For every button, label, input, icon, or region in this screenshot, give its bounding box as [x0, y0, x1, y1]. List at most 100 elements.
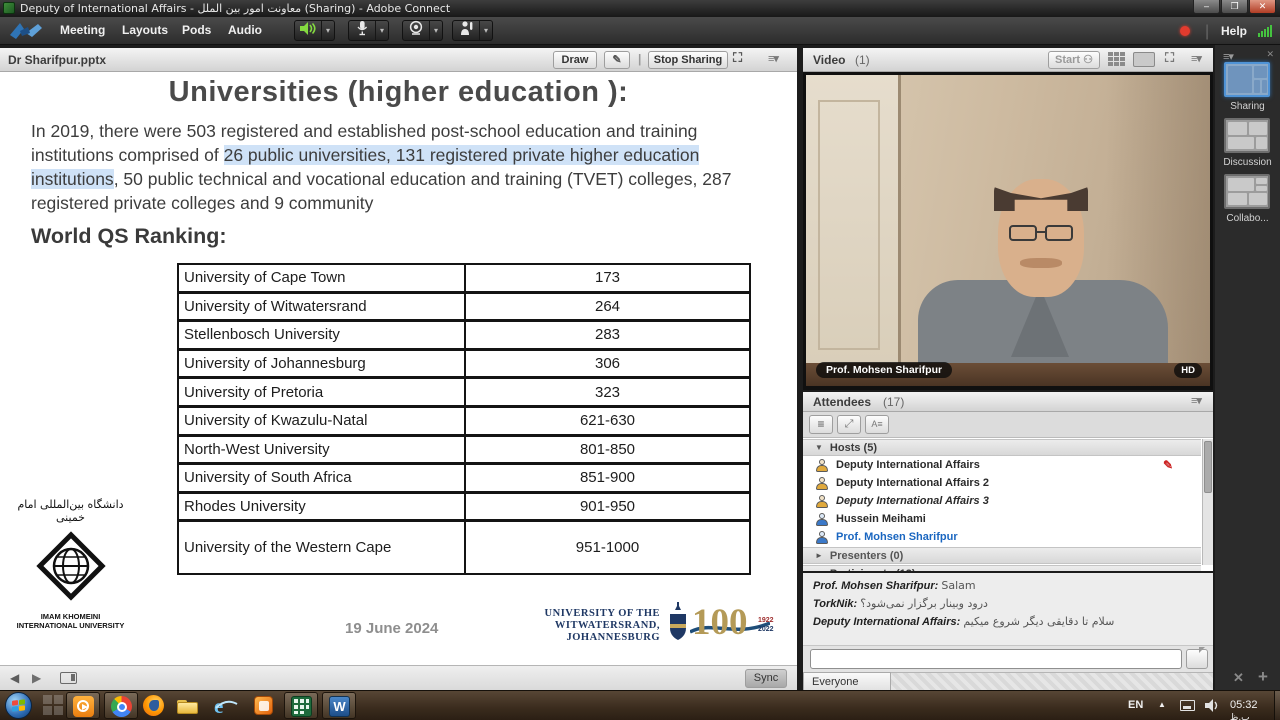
- attendees-scrollbar[interactable]: [1202, 439, 1213, 565]
- university-name: North-West University: [179, 437, 466, 463]
- university-name: University of South Africa: [179, 465, 466, 491]
- webcam-button[interactable]: ▾: [402, 20, 443, 41]
- video-fullscreen-icon[interactable]: ⛶: [1165, 50, 1174, 66]
- glasses-left-lens: [1009, 225, 1037, 241]
- close-layout-bar-icon[interactable]: ✕: [1233, 670, 1244, 686]
- tray-hidden-icons-arrow[interactable]: ▲: [1158, 700, 1166, 709]
- chat-input[interactable]: [810, 649, 1182, 669]
- webcam-dropdown-icon[interactable]: ▾: [429, 21, 442, 40]
- attendees-pod-header: Attendees (17) ≡▾: [803, 392, 1213, 412]
- menu-pods[interactable]: Pods: [182, 23, 211, 37]
- pointer-pencil-button[interactable]: ✎: [604, 51, 630, 69]
- explorer-folder-icon[interactable]: [176, 694, 200, 718]
- sync-button[interactable]: Sync: [745, 669, 787, 688]
- attendee-row[interactable]: Deputy International Affairs ✎: [803, 456, 1201, 474]
- potplayer-icon: [73, 696, 94, 717]
- office-app-icon[interactable]: [252, 694, 276, 718]
- draw-button[interactable]: Draw: [553, 51, 597, 69]
- menu-meeting[interactable]: Meeting: [60, 23, 105, 37]
- layout-thumb-collaboration[interactable]: [1224, 174, 1270, 209]
- speaker-dropdown-icon[interactable]: ▾: [321, 21, 334, 40]
- grid-view-icon[interactable]: [1108, 52, 1126, 67]
- sidebar-toggle-icon[interactable]: [60, 672, 77, 684]
- expand-triangle-icon: ►: [815, 551, 823, 560]
- participants-group-header-clipped[interactable]: ► Participants (12): [803, 565, 1201, 571]
- hosts-group-header[interactable]: ▼ Hosts (5): [803, 439, 1201, 456]
- next-slide-button[interactable]: ▶: [32, 671, 41, 685]
- attendee-status-view-icon[interactable]: A≡: [865, 415, 889, 434]
- potplayer-taskbar-button[interactable]: [66, 692, 100, 719]
- show-desktop-button[interactable]: [1274, 691, 1280, 720]
- start-button[interactable]: [5, 692, 32, 719]
- raise-hand-button[interactable]: ▾: [452, 20, 493, 41]
- video-pod-menu-icon[interactable]: ≡▾: [1191, 52, 1201, 65]
- chrome-taskbar-button[interactable]: [104, 692, 138, 719]
- layout-bar-panel-icon[interactable]: ✕: [1266, 49, 1274, 60]
- send-message-button[interactable]: [1186, 649, 1208, 669]
- chat-author: Deputy International Affairs:: [813, 616, 960, 628]
- ikiu-caption-line1: IMAM KHOMEINI: [8, 612, 133, 621]
- speaker-button[interactable]: ▾: [294, 20, 335, 41]
- table-row: University of the Western Cape951-1000: [179, 522, 749, 573]
- university-rank: 801-850: [466, 437, 749, 463]
- start-webcam-button[interactable]: Start ⚇: [1048, 51, 1100, 69]
- internet-explorer-icon[interactable]: e: [214, 694, 238, 718]
- add-layout-icon[interactable]: +: [1258, 667, 1268, 687]
- layout-thumb-discussion[interactable]: [1224, 118, 1270, 153]
- chat-input-row: [803, 645, 1213, 672]
- volume-icon[interactable]: [1205, 699, 1220, 717]
- stop-sharing-button[interactable]: Stop Sharing: [648, 51, 728, 69]
- microphone-button[interactable]: ▾: [348, 20, 389, 41]
- help-menu[interactable]: Help: [1221, 24, 1247, 38]
- minimize-button[interactable]: –: [1193, 0, 1220, 14]
- university-rank: 851-900: [466, 465, 749, 491]
- speaker-icon: [295, 21, 321, 41]
- adobe-connect-taskbar-button[interactable]: [284, 692, 318, 719]
- host-icon: [815, 495, 828, 508]
- layout-label-discussion[interactable]: Discussion: [1215, 157, 1280, 168]
- attendee-name: Deputy International Affairs 2: [836, 477, 989, 489]
- menu-audio[interactable]: Audio: [228, 23, 262, 37]
- attendee-row[interactable]: Prof. Mohsen Sharifpur: [803, 528, 1201, 546]
- fullscreen-icon[interactable]: ⛶: [733, 50, 742, 66]
- firefox-icon[interactable]: [142, 694, 166, 718]
- layout-thumb-sharing[interactable]: [1224, 62, 1270, 97]
- maximize-button[interactable]: ❐: [1221, 0, 1248, 14]
- clock[interactable]: 05:32 ب.ظ: [1230, 699, 1280, 720]
- previous-slide-button[interactable]: ◀: [10, 671, 19, 685]
- menu-layouts[interactable]: Layouts: [122, 23, 168, 37]
- attendee-list-view-icon[interactable]: ≡: [809, 415, 833, 434]
- university-rank: 306: [466, 351, 749, 377]
- scrollbar-thumb[interactable]: [1204, 441, 1212, 493]
- layout-label-collaboration[interactable]: Collabo...: [1215, 213, 1280, 224]
- attendee-row[interactable]: Deputy International Affairs 3: [803, 492, 1201, 510]
- glasses-bridge: [1037, 231, 1045, 233]
- close-button[interactable]: ✕: [1249, 0, 1276, 14]
- microphone-dropdown-icon[interactable]: ▾: [375, 21, 388, 40]
- person-mouth-area: [1020, 258, 1062, 268]
- share-pod-menu-icon[interactable]: ≡▾: [768, 52, 778, 65]
- attendee-row[interactable]: Hussein Meihami: [803, 510, 1201, 528]
- university-name: University of Witwatersrand: [179, 294, 466, 320]
- recording-indicator-icon[interactable]: [1180, 26, 1190, 36]
- layout-label-sharing[interactable]: Sharing: [1215, 101, 1280, 112]
- attendees-pod-menu-icon[interactable]: ≡▾: [1191, 394, 1201, 407]
- filmstrip-view-icon[interactable]: [1133, 52, 1155, 67]
- menu-bar: Meeting Layouts Pods Audio ▾ ▾ ▾ ▾: [0, 17, 1280, 45]
- word-taskbar-button[interactable]: W: [322, 692, 356, 719]
- university-rank: 621-630: [466, 408, 749, 434]
- attendee-row[interactable]: Deputy International Affairs 2: [803, 474, 1201, 492]
- university-rank: 283: [466, 322, 749, 348]
- breakout-view-icon[interactable]: ⤢: [837, 415, 861, 434]
- table-row: University of Cape Town173: [179, 265, 749, 294]
- connection-signal-icon[interactable]: [1258, 25, 1272, 37]
- chat-message: TorkNik: درود وبینار برگزار نمی‌شود؟: [813, 597, 988, 610]
- adobe-connect-window: Deputy of International Affairs - معاونت…: [0, 0, 1280, 720]
- pinned-app-icon[interactable]: [42, 694, 66, 718]
- language-indicator[interactable]: EN: [1128, 699, 1143, 711]
- network-display-icon[interactable]: [1180, 700, 1195, 711]
- presenters-group-header[interactable]: ► Presenters (0): [803, 547, 1201, 564]
- chat-tab-everyone[interactable]: Everyone: [803, 672, 891, 690]
- table-row: University of Johannesburg306: [179, 351, 749, 380]
- raise-hand-dropdown-icon[interactable]: ▾: [479, 21, 492, 40]
